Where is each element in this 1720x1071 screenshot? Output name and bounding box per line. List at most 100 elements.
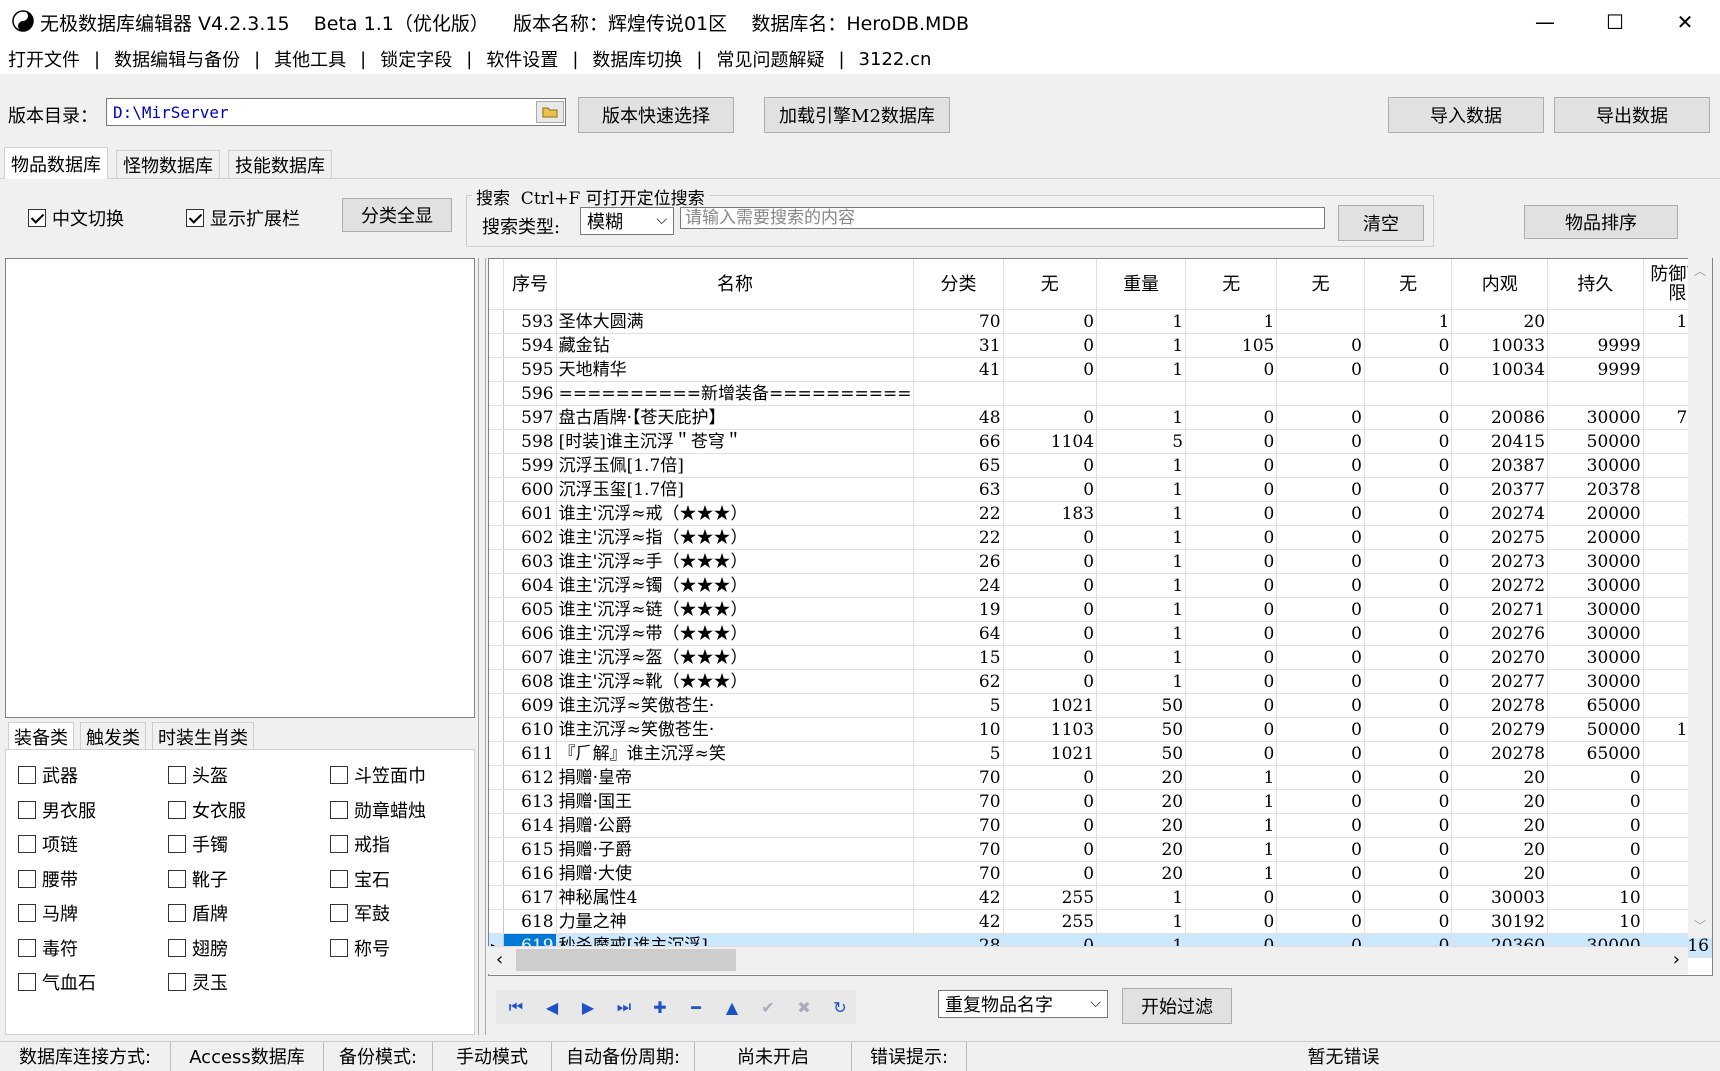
table-row[interactable]: 615捐赠·子爵700201002000 (489, 837, 1712, 862)
first-icon[interactable]: ⏮ (504, 995, 528, 1019)
table-row[interactable]: 602谁主'沉浮≈指（★★★）2201000202752000040 (489, 525, 1712, 550)
cell-value[interactable] (1003, 381, 1098, 406)
cell-seq[interactable]: 599 (503, 453, 557, 478)
cell-value[interactable]: 0 (1185, 573, 1278, 598)
table-row[interactable]: 613捐赠·国王700201002000 (489, 789, 1712, 814)
cell-value[interactable]: 0 (1276, 429, 1365, 454)
cell-value[interactable]: 70 (913, 861, 1004, 886)
row-indicator[interactable] (489, 381, 505, 406)
cell-value[interactable]: 0 (1276, 573, 1365, 598)
tab-skills-db[interactable]: 技能数据库 (228, 150, 332, 178)
cell-name[interactable]: 谁主沉浮≈笑傲苍生· (556, 693, 915, 718)
cell-value[interactable]: 65000 (1547, 741, 1644, 766)
cell-value[interactable]: 20272 (1451, 573, 1549, 598)
cell-value[interactable]: 0 (1185, 669, 1278, 694)
cell-value[interactable]: 0 (1003, 549, 1098, 574)
browse-folder-button[interactable] (536, 101, 564, 123)
delete-icon[interactable]: ━ (684, 995, 708, 1019)
cell-value[interactable]: 0 (1276, 621, 1365, 646)
cell-value[interactable]: 50000 (1547, 717, 1644, 742)
category-checkbox[interactable]: 男衣服 (18, 797, 96, 823)
cell-value[interactable]: 255 (1003, 885, 1098, 910)
start-filter-button[interactable]: 开始过滤 (1122, 988, 1232, 1024)
row-indicator[interactable] (489, 573, 505, 598)
cell-seq[interactable]: 608 (503, 669, 557, 694)
cell-value[interactable]: 1 (1096, 621, 1187, 646)
cell-value[interactable]: 1021 (1003, 693, 1098, 718)
cell-value[interactable]: 0 (1003, 597, 1098, 622)
cell-seq[interactable]: 598 (503, 429, 557, 454)
show-all-categories-button[interactable]: 分类全显 (342, 198, 452, 232)
cancel-icon[interactable]: ✖ (792, 995, 816, 1019)
cell-value[interactable]: 30003 (1451, 885, 1549, 910)
cell-value[interactable]: 0 (1364, 717, 1453, 742)
table-row[interactable]: 606谁主'沉浮≈带（★★★）640100020276300001 (489, 621, 1712, 646)
table-row[interactable]: 605谁主'沉浮≈链（★★★）190100020271300000 (489, 597, 1712, 622)
cell-value[interactable]: 0 (1185, 741, 1278, 766)
cell-value[interactable]: 0 (1003, 861, 1098, 886)
row-indicator[interactable] (489, 741, 505, 766)
cell-value[interactable]: 20 (1096, 789, 1187, 814)
cell-value[interactable]: 0 (1364, 597, 1453, 622)
table-row[interactable]: 594 藏金钻 31 0 1 105 0 0 10033 9999 (489, 333, 1712, 358)
add-icon[interactable]: ✚ (648, 995, 672, 1019)
row-indicator[interactable] (489, 909, 505, 934)
maximize-button[interactable]: ☐ (1580, 0, 1650, 44)
cell-seq[interactable]: 614 (503, 813, 557, 838)
cell-value[interactable]: 0 (1276, 837, 1365, 862)
cell-value[interactable]: 20 (1096, 765, 1187, 790)
cell-value[interactable]: 20276 (1451, 621, 1549, 646)
cell-value[interactable]: 30000 (1547, 549, 1644, 574)
cell-value[interactable]: 70 (913, 309, 1004, 334)
column-header[interactable]: 序号 (503, 259, 557, 310)
cell-name[interactable]: 谁主'沉浮≈带（★★★） (556, 621, 915, 646)
cell-value[interactable]: 1 (1096, 477, 1187, 502)
menu-db-switch[interactable]: 数据库切换 (592, 46, 682, 72)
cell-seq[interactable]: 606 (503, 621, 557, 646)
cell-value[interactable]: 0 (1364, 549, 1453, 574)
cell-value[interactable]: 20271 (1451, 597, 1549, 622)
tab-fashion-zodiac[interactable]: 时装生肖类 (152, 722, 254, 750)
category-checkbox[interactable]: 武器 (18, 762, 78, 788)
cell-value[interactable] (1547, 309, 1644, 334)
cell-value[interactable]: 0 (1364, 501, 1453, 526)
cell-seq[interactable]: 612 (503, 765, 557, 790)
sort-items-button[interactable]: 物品排序 (1524, 205, 1678, 239)
cell-value[interactable]: 0 (1276, 789, 1365, 814)
cell-value[interactable]: 19 (913, 597, 1004, 622)
cell-seq[interactable]: 602 (503, 525, 557, 550)
cell-value[interactable]: 0 (1276, 405, 1365, 430)
table-row[interactable]: 607谁主'沉浮≈盔（★★★）1501000202703000070 (489, 645, 1712, 670)
confirm-icon[interactable]: ✔ (756, 995, 780, 1019)
cell-value[interactable]: 0 (1185, 909, 1278, 934)
cell-value[interactable]: 20278 (1451, 693, 1549, 718)
cell-value[interactable]: 1 (1185, 837, 1278, 862)
row-indicator[interactable] (489, 597, 505, 622)
cell-value[interactable]: 20 (1096, 861, 1187, 886)
cell-value[interactable]: 0 (1276, 861, 1365, 886)
cell-value[interactable]: 20377 (1451, 477, 1549, 502)
up-icon[interactable]: ▲ (720, 995, 744, 1019)
cell-value[interactable]: 0 (1003, 645, 1098, 670)
filter-type-select[interactable]: 重复物品名字 ⌵ (938, 990, 1108, 1018)
cell-value[interactable]: 20275 (1451, 525, 1549, 550)
cell-value[interactable]: 50 (1096, 693, 1187, 718)
row-indicator[interactable] (489, 789, 505, 814)
cell-value[interactable]: 0 (1276, 333, 1365, 358)
cell-value[interactable]: 1103 (1003, 717, 1098, 742)
cell-value[interactable]: 0 (1185, 525, 1278, 550)
cell-value[interactable]: 50 (1096, 717, 1187, 742)
cell-value[interactable]: 9999 (1547, 333, 1644, 358)
table-row[interactable]: 601谁主'沉浮≈戒（★★★）221831000202742000040 (489, 501, 1712, 526)
row-indicator[interactable] (489, 501, 505, 526)
cell-value[interactable]: 0 (1185, 645, 1278, 670)
quick-select-button[interactable]: 版本快速选择 (578, 97, 734, 133)
cell-value[interactable]: 1 (1096, 669, 1187, 694)
column-header[interactable]: 分类 (913, 259, 1004, 310)
category-checkbox[interactable]: 马牌 (18, 900, 78, 926)
cell-name[interactable]: 神秘属性4 (556, 885, 915, 910)
cell-value[interactable]: 0 (1547, 789, 1644, 814)
refresh-icon[interactable]: ↻ (828, 995, 852, 1019)
category-checkbox[interactable]: 盾牌 (168, 900, 228, 926)
cell-value[interactable] (1276, 381, 1365, 406)
